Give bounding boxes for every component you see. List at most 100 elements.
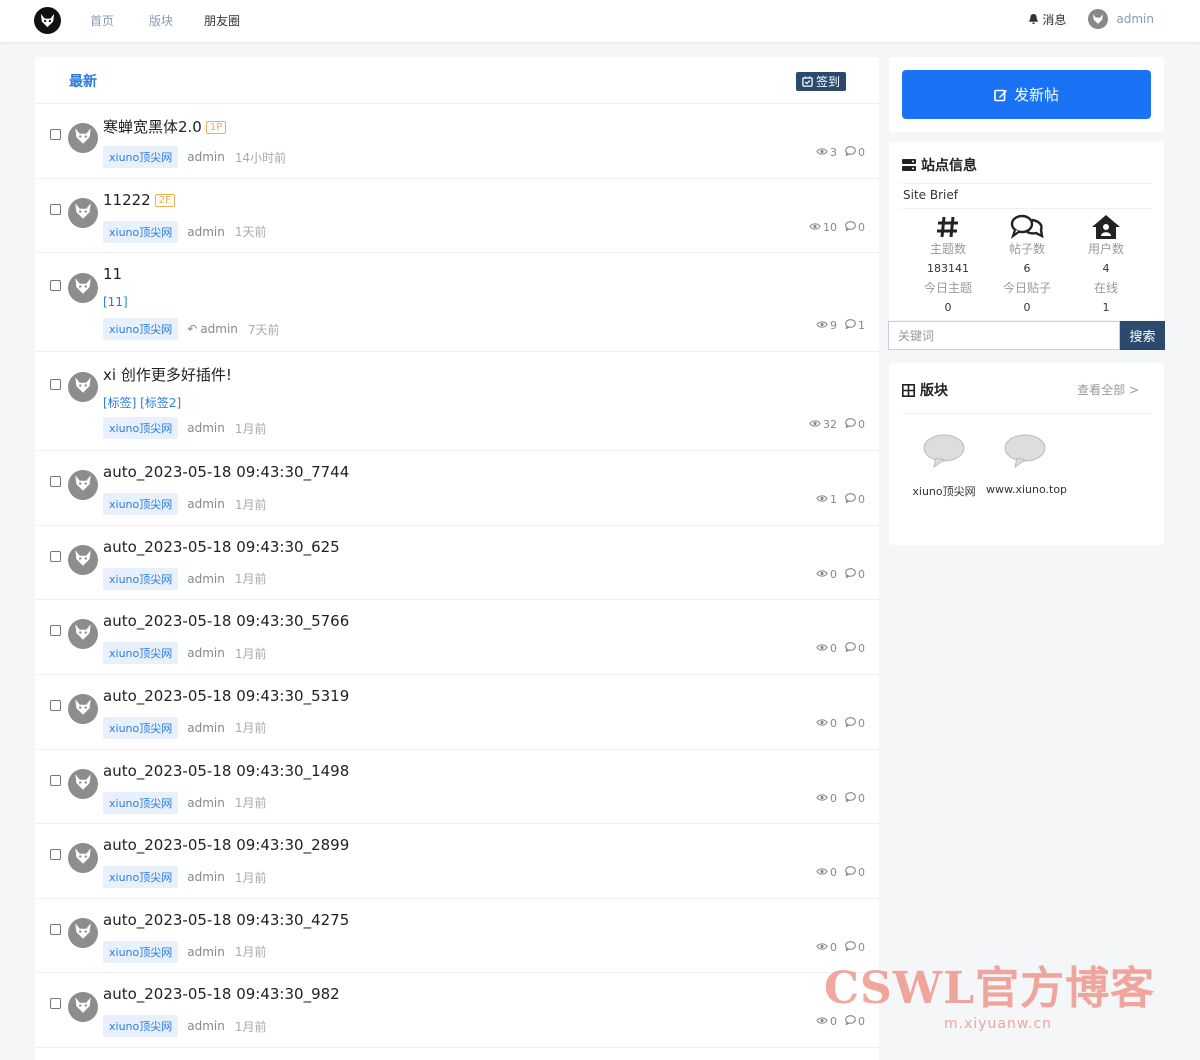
select-checkbox[interactable] [50, 998, 61, 1010]
avatar[interactable] [68, 273, 98, 304]
avatar[interactable] [68, 843, 98, 874]
forum-tag[interactable]: xiuno顶尖网 [103, 791, 179, 814]
select-checkbox[interactable] [50, 849, 61, 861]
search-input[interactable]: 关键词 [888, 321, 1120, 350]
select-checkbox[interactable] [50, 923, 61, 935]
avatar[interactable] [68, 372, 98, 403]
thread-row[interactable]: auto_2023-05-18 09:43:30_5766 xiuno顶尖网 a… [35, 600, 879, 675]
stat-value: 4 [1102, 262, 1110, 275]
thread-tags[interactable]: [11] [103, 295, 128, 309]
thread-title[interactable]: auto_2023-05-18 09:43:30_625 [103, 538, 340, 556]
top-navbar: 首页 版块 朋友圈 消息 admin [0, 0, 1200, 42]
avatar[interactable] [68, 693, 98, 724]
thread-title[interactable]: auto_2023-05-18 09:43:30_4275 [103, 911, 349, 929]
thread-row[interactable]: auto_2023-05-18 09:43:30_4275 xiuno顶尖网 a… [35, 899, 879, 974]
forum-tag[interactable]: xiuno顶尖网 [103, 417, 179, 440]
select-checkbox[interactable] [50, 699, 61, 711]
forum-item[interactable]: xiuno顶尖网 [905, 433, 983, 499]
thread-row[interactable]: 11 [11] xiuno顶尖网 ↶ admin 7天前 9 1 [35, 253, 879, 353]
select-checkbox[interactable] [50, 203, 61, 215]
thread-tags[interactable]: [标签] [标签2] [103, 394, 181, 411]
thread-author[interactable]: admin [187, 1019, 225, 1033]
nav-home[interactable]: 首页 [90, 12, 114, 29]
avatar[interactable] [68, 123, 98, 153]
thread-author[interactable]: admin [187, 497, 225, 511]
avatar[interactable] [68, 619, 98, 650]
thread-author[interactable]: admin [187, 870, 225, 884]
thread-author[interactable]: admin [187, 225, 225, 239]
thread-title[interactable]: auto_2023-05-18 09:43:30_5319 [103, 687, 349, 705]
forum-tag[interactable]: xiuno顶尖网 [103, 493, 179, 516]
thread-row[interactable]: xi 创作更多好插件! [标签] [标签2] xiuno顶尖网 admin 1月… [35, 352, 879, 452]
nav-forums[interactable]: 版块 [149, 12, 173, 29]
thread-row[interactable]: 11222 2F xiuno顶尖网 admin 1天前 10 0 [35, 179, 879, 254]
thread-title[interactable]: auto_2023-05-18 09:43:30_5766 [103, 612, 349, 630]
thread-title[interactable]: auto_2023-05-18 09:43:30_982 [103, 985, 340, 1003]
forum-tag[interactable]: xiuno顶尖网 [103, 940, 179, 963]
avatar[interactable] [68, 992, 98, 1023]
thread-author[interactable]: admin [187, 796, 225, 810]
view-all-link[interactable]: 查看全部 > [1077, 381, 1139, 398]
forum-tag[interactable]: xiuno顶尖网 [103, 567, 179, 590]
avatar[interactable] [68, 197, 98, 228]
checkin-button[interactable]: 签到 [795, 72, 846, 91]
select-checkbox[interactable] [50, 379, 61, 391]
thread-row[interactable]: auto_2023-05-18 09:43:30_7744 xiuno顶尖网 a… [35, 451, 879, 526]
thread-title[interactable]: auto_2023-05-18 09:43:30_2899 [103, 836, 349, 854]
thread-title[interactable]: 11 [103, 265, 122, 283]
messages-link[interactable]: 消息 [1028, 11, 1066, 28]
site-logo[interactable] [34, 7, 61, 34]
thread-row[interactable]: auto_2023-05-18 09:43:30_625 xiuno顶尖网 ad… [35, 526, 879, 601]
thread-meta: xiuno顶尖网 admin 1月前 [103, 567, 267, 590]
fox-avatar-icon [1093, 14, 1104, 24]
thread-title[interactable]: auto_2023-05-18 09:43:30_1498 [103, 762, 349, 780]
thread-list-card: 最新 签到 寒蝉宽黑体2.0 1P xiuno顶尖网 admin 14小时前 3 … [35, 57, 879, 1060]
thread-author[interactable]: admin [200, 322, 238, 336]
search-button[interactable]: 搜索 [1120, 321, 1165, 350]
select-checkbox[interactable] [50, 476, 61, 488]
tab-latest[interactable]: 最新 [69, 71, 97, 91]
thread-author[interactable]: admin [187, 721, 225, 735]
thread-row[interactable]: 寒蝉宽黑体2.0 1P xiuno顶尖网 admin 14小时前 3 0 [35, 104, 879, 179]
forum-tag[interactable]: xiuno顶尖网 [103, 220, 179, 243]
user-menu[interactable]: admin [1088, 9, 1154, 29]
stat-label: 主题数 [929, 242, 966, 256]
thread-author[interactable]: admin [187, 646, 225, 660]
thread-row[interactable]: auto_2023-05-18 09:43:30_5319 xiuno顶尖网 a… [35, 675, 879, 750]
forum-tag[interactable]: xiuno顶尖网 [103, 146, 179, 168]
avatar[interactable] [68, 768, 98, 799]
nav-friends[interactable]: 朋友圈 [204, 12, 240, 29]
new-post-button[interactable]: 发新帖 [902, 70, 1151, 119]
avatar[interactable] [68, 544, 98, 575]
thread-author[interactable]: admin [187, 421, 225, 435]
thread-time: 1月前 [234, 421, 267, 436]
thread-title[interactable]: 11222 2F [103, 191, 175, 209]
select-checkbox[interactable] [50, 550, 61, 562]
forum-tag[interactable]: xiuno顶尖网 [103, 866, 179, 889]
avatar[interactable] [68, 917, 98, 948]
username: admin [1116, 12, 1154, 26]
forum-tag[interactable]: xiuno顶尖网 [103, 318, 179, 341]
thread-author[interactable]: admin [187, 150, 225, 164]
forum-tag[interactable]: xiuno顶尖网 [103, 716, 179, 739]
avatar[interactable] [68, 470, 98, 501]
select-checkbox[interactable] [50, 774, 61, 786]
select-checkbox[interactable] [50, 280, 61, 292]
forum-tag[interactable]: xiuno顶尖网 [103, 1015, 179, 1038]
thread-title[interactable]: 寒蝉宽黑体2.0 1P [103, 116, 227, 137]
thread-row[interactable]: auto_2023-05-18 09:43:30_2899 xiuno顶尖网 a… [35, 824, 879, 899]
forum-item[interactable]: www.xiuno.top [986, 433, 1067, 496]
thread-title[interactable]: auto_2023-05-18 09:43:30_7744 [103, 463, 349, 481]
thread-row[interactable]: auto_2023-05-18 09:43:30_982 xiuno顶尖网 ad… [35, 973, 879, 1048]
forum-tag[interactable]: xiuno顶尖网 [103, 642, 179, 665]
thread-author[interactable]: admin [187, 945, 225, 959]
thread-title[interactable]: xi 创作更多好插件! [103, 364, 232, 385]
watermark-url: m.xiyuanw.cn [944, 1016, 1053, 1032]
select-checkbox[interactable] [50, 625, 61, 637]
thread-title-text: auto_2023-05-18 09:43:30_982 [103, 985, 340, 1004]
comment-icon [845, 567, 856, 581]
thread-stats: 0 0 [816, 1015, 865, 1028]
select-checkbox[interactable] [50, 129, 61, 140]
thread-author[interactable]: admin [187, 572, 225, 586]
thread-row[interactable]: auto_2023-05-18 09:43:30_1498 xiuno顶尖网 a… [35, 750, 879, 825]
